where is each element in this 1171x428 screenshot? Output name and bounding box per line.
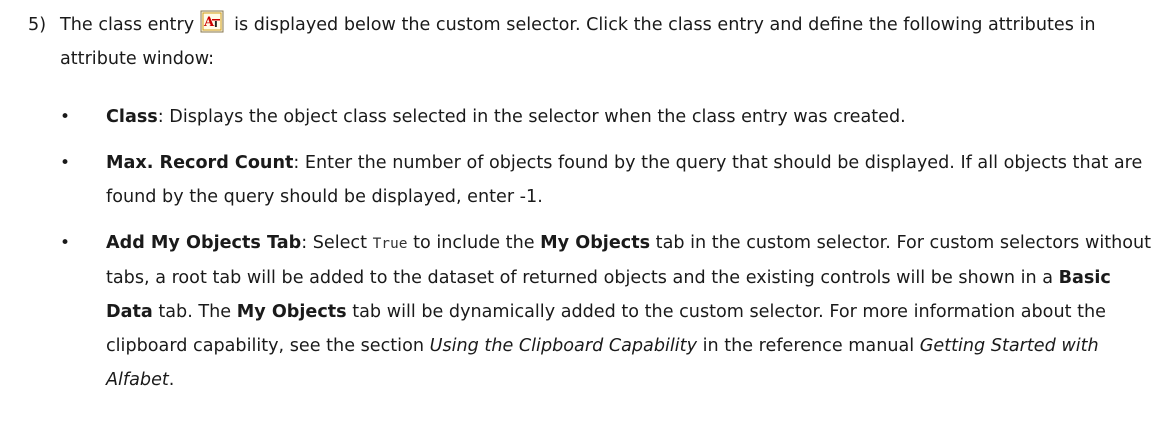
desc-text: .: [168, 370, 175, 390]
desc-text: tab. The: [152, 302, 237, 322]
desc-text: : Select: [301, 233, 373, 253]
svg-text:i: i: [214, 17, 218, 30]
class-entry-icon: A i: [200, 10, 226, 34]
bullet-icon: •: [60, 153, 71, 173]
bullet-icon: •: [60, 233, 71, 253]
bullet-icon: •: [60, 107, 71, 127]
term-my-objects: My Objects: [540, 233, 651, 253]
term-my-objects: My Objects: [236, 302, 347, 322]
term-class: Class: [106, 107, 158, 127]
step-text: The class entry A i is displayed below t…: [60, 8, 1148, 76]
step-number: 5): [28, 15, 47, 35]
desc-class: : Displays the object class selected in …: [157, 107, 906, 127]
list-item-add-my-objects-tab: • Add My Objects Tab: Select True to inc…: [60, 226, 1160, 397]
desc-text: to include the: [407, 233, 541, 253]
document-page: 5) The class entry A i is displayed belo…: [0, 0, 1171, 428]
step-text-before-icon: The class entry: [60, 15, 195, 35]
desc-text: in the reference manual: [696, 336, 920, 356]
step-5: 5) The class entry A i is displayed belo…: [28, 8, 1148, 76]
code-true: True: [372, 236, 408, 252]
list-item-max-record-count: • Max. Record Count: Enter the number of…: [60, 146, 1160, 214]
term-max-record-count: Max. Record Count: [106, 153, 294, 173]
list-item-class: • Class: Displays the object class selec…: [60, 100, 1160, 134]
attribute-list: • Class: Displays the object class selec…: [60, 100, 1160, 409]
ref-clipboard-section: Using the Clipboard Capability: [429, 336, 697, 356]
term-add-my-objects-tab: Add My Objects Tab: [106, 233, 302, 253]
